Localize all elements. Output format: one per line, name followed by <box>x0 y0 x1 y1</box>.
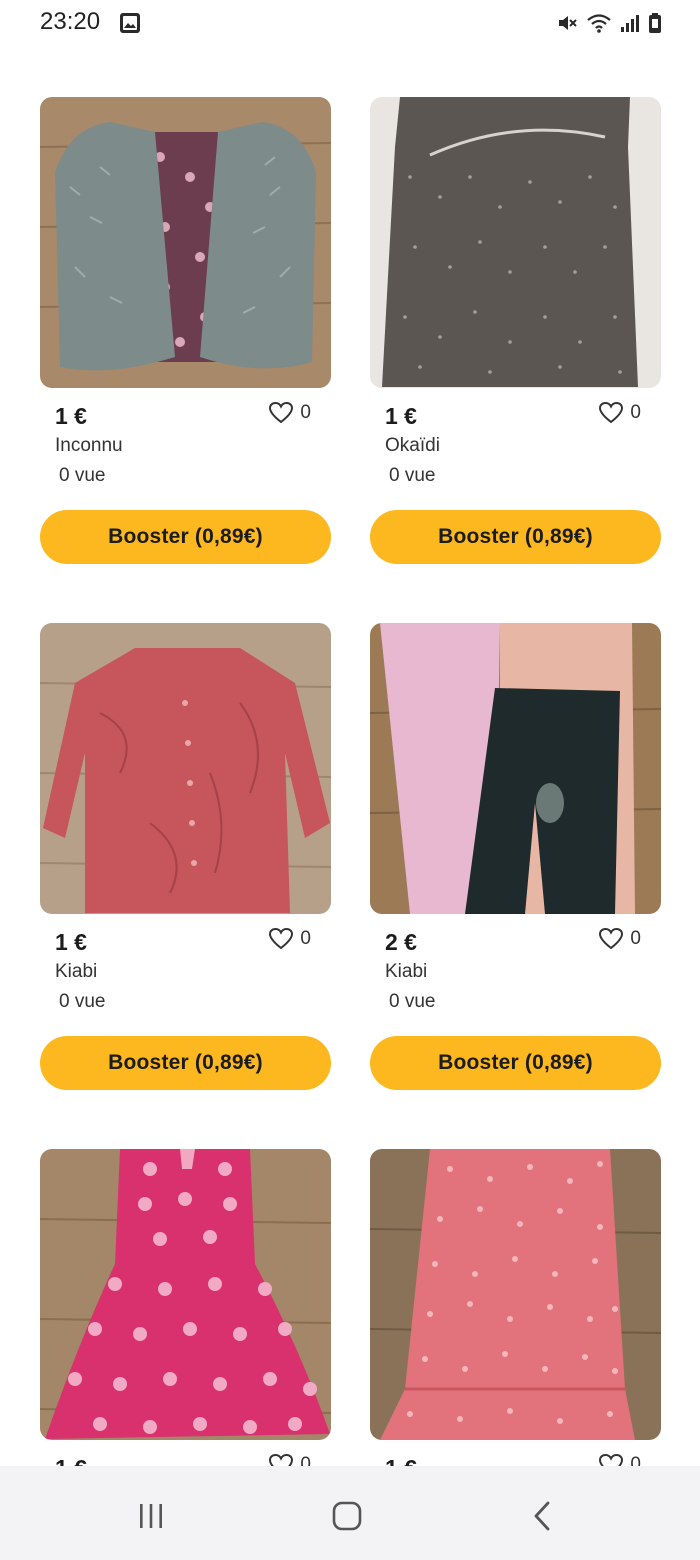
heart-icon <box>599 1453 624 1466</box>
favourite-button[interactable]: 0 <box>268 927 311 951</box>
heart-icon <box>269 1453 294 1466</box>
price: 1 € <box>55 929 87 955</box>
heart-icon <box>269 401 294 424</box>
like-count: 0 <box>300 402 311 423</box>
heart-icon <box>599 401 624 424</box>
status-icons <box>556 10 662 36</box>
product-photo[interactable] <box>370 1149 661 1440</box>
brand: Okaïdi <box>385 435 440 456</box>
view-count: 0 vue <box>59 465 106 486</box>
back-icon <box>534 1501 550 1531</box>
product-photo[interactable] <box>40 1149 331 1440</box>
price: 2 € <box>385 929 417 955</box>
favourite-button[interactable]: 0 <box>598 927 641 951</box>
like-count: 0 <box>300 1454 311 1466</box>
like-count: 0 <box>630 1454 641 1466</box>
favourite-button[interactable]: 0 <box>598 401 641 425</box>
price: 1 € <box>55 1455 87 1466</box>
signal-icon <box>621 15 639 32</box>
like-count: 0 <box>300 928 311 949</box>
boost-button[interactable]: Booster (0,89€) <box>40 510 331 564</box>
home-button[interactable] <box>327 1496 367 1536</box>
like-count: 0 <box>630 402 641 423</box>
product-grid: 23:20 1 € 0 Inconnu 0 vue Booster (0,89€… <box>0 0 700 1466</box>
view-count: 0 vue <box>389 465 436 486</box>
home-icon <box>332 1501 362 1531</box>
heart-icon <box>269 927 294 950</box>
price: 1 € <box>385 1455 417 1466</box>
heart-icon <box>599 927 624 950</box>
favourite-button[interactable]: 0 <box>268 1453 311 1466</box>
product-photo[interactable] <box>370 623 661 914</box>
product-photo[interactable] <box>40 97 331 388</box>
view-count: 0 vue <box>59 991 106 1012</box>
back-button[interactable] <box>523 1496 563 1536</box>
mute-icon <box>559 16 577 30</box>
image-icon <box>120 13 140 33</box>
brand: Inconnu <box>55 435 123 456</box>
recent-apps-icon <box>140 1504 162 1528</box>
brand: Kiabi <box>385 961 428 982</box>
brand: Kiabi <box>55 961 98 982</box>
boost-button[interactable]: Booster (0,89€) <box>370 510 661 564</box>
product-photo[interactable] <box>40 623 331 914</box>
price: 1 € <box>55 403 87 429</box>
navigation-bar <box>0 1466 700 1560</box>
price: 1 € <box>385 403 417 429</box>
status-time: 23:20 <box>40 8 101 35</box>
like-count: 0 <box>630 928 641 949</box>
view-count: 0 vue <box>389 991 436 1012</box>
boost-button[interactable]: Booster (0,89€) <box>370 1036 661 1090</box>
favourite-button[interactable]: 0 <box>268 401 311 425</box>
favourite-button[interactable]: 0 <box>598 1453 641 1466</box>
wifi-icon <box>587 14 611 33</box>
boost-button[interactable]: Booster (0,89€) <box>40 1036 331 1090</box>
battery-icon <box>649 13 661 33</box>
recent-apps-button[interactable] <box>131 1496 171 1536</box>
product-photo[interactable] <box>370 97 661 388</box>
status-bar: 23:20 <box>0 0 700 48</box>
